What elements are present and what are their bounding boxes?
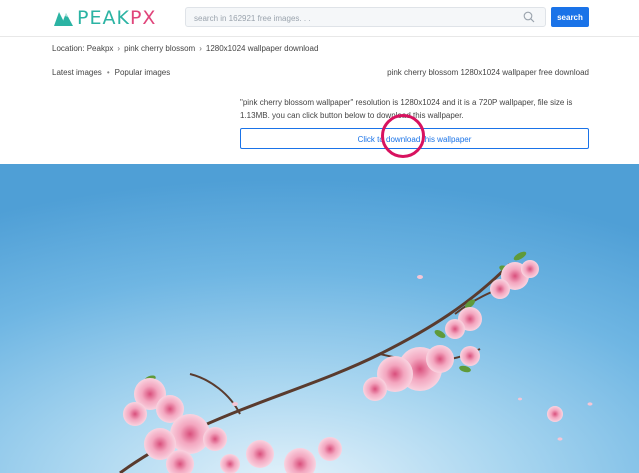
search-box: [185, 7, 546, 28]
subnav-dot: •: [106, 68, 110, 77]
peakpx-logo[interactable]: PEAKPX: [54, 7, 156, 29]
breadcrumb-separator: ›: [117, 44, 121, 53]
sub-navigation: Latest images • Popular images: [52, 68, 170, 77]
breadcrumb-item-current: 1280x1024 wallpaper download: [205, 44, 319, 53]
mountain-logo-icon: [54, 12, 73, 26]
latest-images-link[interactable]: Latest images: [52, 68, 102, 77]
breadcrumb-label: Location:: [52, 44, 85, 53]
download-wallpaper-button[interactable]: Click to download this wallpaper: [240, 128, 589, 149]
page-title: pink cherry blossom 1280x1024 wallpaper …: [387, 68, 589, 77]
wallpaper-preview-image: [0, 164, 639, 473]
search-icon[interactable]: [523, 11, 535, 23]
header-divider: [0, 36, 639, 37]
wallpaper-description: "pink cherry blossom wallpaper" resoluti…: [240, 98, 573, 120]
search-input[interactable]: [186, 9, 514, 28]
popular-images-link[interactable]: Popular images: [115, 68, 171, 77]
breadcrumb: Location: Peakpx › pink cherry blossom › 128…: [52, 44, 318, 53]
logo-wordmark: PEAKPX: [77, 7, 157, 29]
breadcrumb-item-category[interactable]: pink cherry blossom: [124, 44, 195, 53]
breadcrumb-separator: ›: [199, 44, 202, 53]
breadcrumb-item-peakpx[interactable]: Peakpx: [87, 44, 114, 53]
search-button[interactable]: search: [551, 7, 589, 27]
site-header: PEAKPX search: [0, 0, 639, 36]
